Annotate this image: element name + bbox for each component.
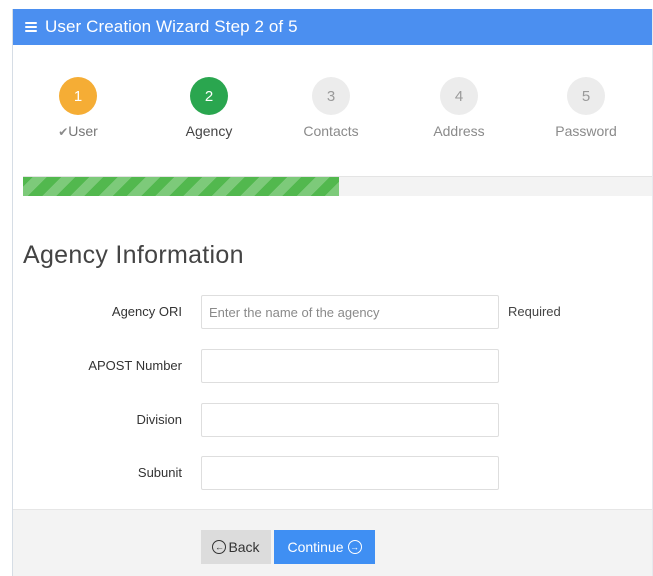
step-label: Agency <box>185 123 233 139</box>
form-row-apost-number: APOST Number <box>13 349 652 383</box>
division-input[interactable] <box>201 403 499 437</box>
wizard-title: User Creation Wizard Step 2 of 5 <box>45 17 298 36</box>
arrow-left-circle-icon: ← <box>212 540 227 554</box>
progress-track <box>23 176 652 196</box>
step-contacts[interactable]: 3 Contacts <box>281 77 381 139</box>
subunit-input[interactable] <box>201 456 499 490</box>
step-label: Contacts <box>303 123 359 139</box>
form-row-division: Division <box>13 403 652 437</box>
form-row-subunit: Subunit <box>13 456 652 490</box>
wizard-footer: ← Back Continue → <box>13 509 652 576</box>
wizard-header: User Creation Wizard Step 2 of 5 <box>13 9 652 45</box>
continue-button[interactable]: Continue → <box>274 530 375 564</box>
step-password[interactable]: 5 Password <box>536 77 636 139</box>
division-label: Division <box>136 412 182 427</box>
step-label: User <box>68 123 98 139</box>
apost-number-label: APOST Number <box>88 358 182 373</box>
checkmark-icon: ✔ <box>58 125 69 139</box>
step-number-badge: 5 <box>567 77 605 115</box>
step-number-badge: 2 <box>190 77 228 115</box>
agency-ori-label: Agency ORI <box>111 304 182 319</box>
subunit-label: Subunit <box>137 465 182 480</box>
step-address[interactable]: 4 Address <box>409 77 509 139</box>
agency-ori-input[interactable] <box>201 295 499 329</box>
apost-number-input[interactable] <box>201 349 499 383</box>
menu-icon[interactable] <box>25 20 37 34</box>
arrow-right-circle-icon: → <box>347 540 362 554</box>
back-button-label: Back <box>228 539 260 555</box>
step-label: Password <box>555 123 617 139</box>
step-number-badge: 3 <box>312 77 350 115</box>
section-title: Agency Information <box>23 241 244 269</box>
progress-bar <box>23 177 339 196</box>
form-row-agency-ori: Agency ORI Required <box>13 295 652 329</box>
continue-button-label: Continue <box>287 539 344 555</box>
step-label: Address <box>433 123 485 139</box>
step-number-badge: 1 <box>59 77 97 115</box>
step-number-badge: 4 <box>440 77 478 115</box>
wizard-panel: User Creation Wizard Step 2 of 5 1 ✔User… <box>12 9 653 576</box>
step-agency[interactable]: 2 Agency <box>159 77 259 139</box>
required-hint: Required <box>508 304 561 319</box>
step-user[interactable]: 1 ✔User <box>28 77 128 139</box>
back-button[interactable]: ← Back <box>201 530 271 564</box>
